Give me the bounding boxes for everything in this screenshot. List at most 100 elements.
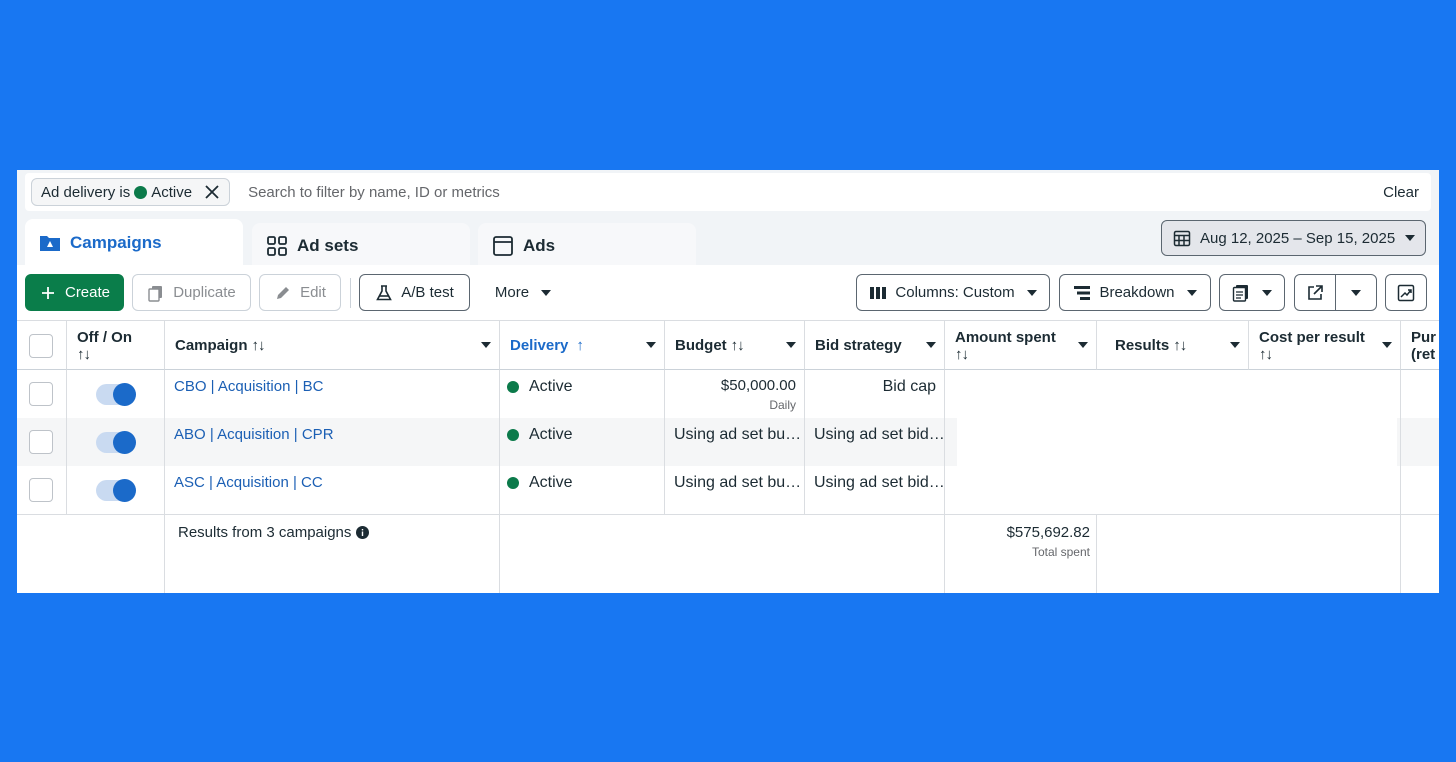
sort-icon[interactable]: ↑↓ [252,337,266,354]
pencil-icon [274,284,292,302]
export-button[interactable] [1294,274,1377,311]
edit-button-label: Edit [300,284,326,301]
active-status-dot [507,429,519,441]
flask-icon [375,284,393,302]
table-row[interactable]: ASC | Acquisition | CC Active Using ad s… [17,466,1439,514]
column-header-delivery-label: Delivery [510,336,569,354]
create-button-label: Create [64,284,111,301]
budget-type: Daily [769,398,796,412]
summary-label: Results from 3 campaigns [178,524,370,541]
toolbar-divider [350,278,351,308]
total-spent-label: Total spent [1031,545,1090,559]
filter-chip-value: Active [151,183,193,201]
campaign-name-link[interactable]: ASC | Acquisition | CC [174,474,323,491]
sort-icon[interactable]: ↑↓ [731,337,745,354]
select-all-header [17,320,67,370]
summary-divider [17,514,1439,515]
close-icon[interactable] [204,184,220,200]
delivery-status-label: Active [529,426,573,443]
chevron-down-icon [1405,235,1415,241]
campaign-toggle[interactable] [96,479,136,502]
sort-icon[interactable]: ↑↓ [955,346,1086,363]
column-header-results[interactable]: Results ↑↓ [1097,320,1249,370]
info-icon[interactable] [356,526,370,539]
total-spent-value: $575,692.82 [1006,524,1090,541]
search-input[interactable] [248,183,1249,201]
breakdown-icon [1073,284,1091,302]
create-button[interactable]: Create [25,274,124,311]
row-checkbox[interactable] [29,430,53,454]
column-header-budget[interactable]: Budget ↑↓ [665,320,805,370]
column-divider [664,370,665,515]
ab-test-button[interactable]: A/B test [359,274,470,311]
edit-button[interactable]: Edit [259,274,341,311]
column-header-off-on[interactable]: Off / On ↑↓ [67,320,165,370]
chevron-down-icon[interactable] [1230,342,1240,348]
select-all-checkbox[interactable] [29,334,53,358]
row-checkbox[interactable] [29,478,53,502]
filter-bar: Ad delivery is Active Clear [25,173,1431,211]
column-divider [1400,370,1401,593]
campaign-name-link[interactable]: CBO | Acquisition | BC [174,378,324,395]
breakdown-button-label: Breakdown [1099,284,1175,301]
plus-icon [39,284,57,302]
campaigns-table: Off / On ↑↓ Campaign ↑↓ Delivery ↑ Budge… [17,320,1439,593]
chevron-down-icon[interactable] [926,342,936,348]
date-range-label: Aug 12, 2025 – Sep 15, 2025 [1200,229,1396,247]
chevron-down-icon[interactable] [1078,342,1088,348]
sort-icon[interactable]: ↑↓ [1173,337,1187,354]
column-header-campaign-label: Campaign [175,336,248,354]
table-row[interactable]: CBO | Acquisition | BC Active $50,000.00… [17,370,1439,418]
reports-button[interactable] [1219,274,1285,311]
chevron-down-icon[interactable] [481,342,491,348]
clear-filters-button[interactable]: Clear [1383,184,1419,201]
sort-icon[interactable]: ↑↓ [77,346,154,363]
tab-campaigns[interactable]: Campaigns [25,219,243,267]
sort-ascending-icon[interactable]: ↑ [576,337,583,354]
window-icon [492,235,514,257]
column-header-amount-spent[interactable]: Amount spent ↑↓ [945,320,1097,370]
more-button[interactable]: More [483,274,563,311]
sort-icon[interactable]: ↑↓ [1259,346,1390,363]
column-header-cost-per-result-label: Cost per result [1259,329,1365,346]
export-dropdown[interactable] [1336,275,1376,310]
column-divider [66,370,67,515]
tab-ad-sets-label: Ad sets [297,236,359,255]
duplicate-button[interactable]: Duplicate [132,274,251,311]
table-row[interactable]: ABO | Acquisition | CPR Active Using ad … [17,418,957,466]
column-header-off-on-label: Off / On [77,329,132,346]
column-divider [944,370,945,593]
column-header-cost-per-result[interactable]: Cost per result ↑↓ [1249,320,1401,370]
column-header-bid-strategy[interactable]: Bid strategy [805,320,945,370]
column-header-delivery[interactable]: Delivery ↑ [500,320,665,370]
chevron-down-icon [541,289,552,296]
delivery-status: Active [507,474,573,492]
row-checkbox[interactable] [29,382,53,406]
active-status-dot [507,381,519,393]
chevron-down-icon [1262,289,1272,296]
active-status-dot [507,477,519,489]
export-icon[interactable] [1295,275,1335,310]
campaign-toggle[interactable] [96,431,136,454]
campaign-toggle[interactable] [96,383,136,406]
breakdown-button[interactable]: Breakdown [1059,274,1211,311]
date-range-picker[interactable]: Aug 12, 2025 – Sep 15, 2025 [1161,220,1426,256]
chevron-down-icon[interactable] [646,342,656,348]
chart-icon [1397,284,1415,302]
chevron-down-icon[interactable] [1382,342,1392,348]
chevron-down-icon[interactable] [786,342,796,348]
budget-value: $50,000.00 Daily [721,377,796,412]
filter-chip-ad-delivery[interactable]: Ad delivery is Active [31,178,231,206]
campaign-name-link[interactable]: ABO | Acquisition | CPR [174,426,334,443]
summary-amount-spent: $575,692.82 Total spent [1007,524,1090,559]
columns-button[interactable]: Columns: Custom [856,274,1050,311]
column-header-campaign[interactable]: Campaign ↑↓ [165,320,500,370]
column-header-bid-strategy-label: Bid strategy [815,336,902,354]
tab-ads[interactable]: Ads [478,223,696,269]
chart-button[interactable] [1385,274,1427,311]
ads-manager-panel: Ad delivery is Active Clear Campaigns Ad… [17,170,1439,593]
tab-ad-sets[interactable]: Ad sets [252,223,470,269]
column-header-purchase-roas[interactable]: Pur (ret [1401,320,1439,370]
ab-test-button-label: A/B test [401,284,454,301]
chevron-down-icon [1186,289,1197,296]
